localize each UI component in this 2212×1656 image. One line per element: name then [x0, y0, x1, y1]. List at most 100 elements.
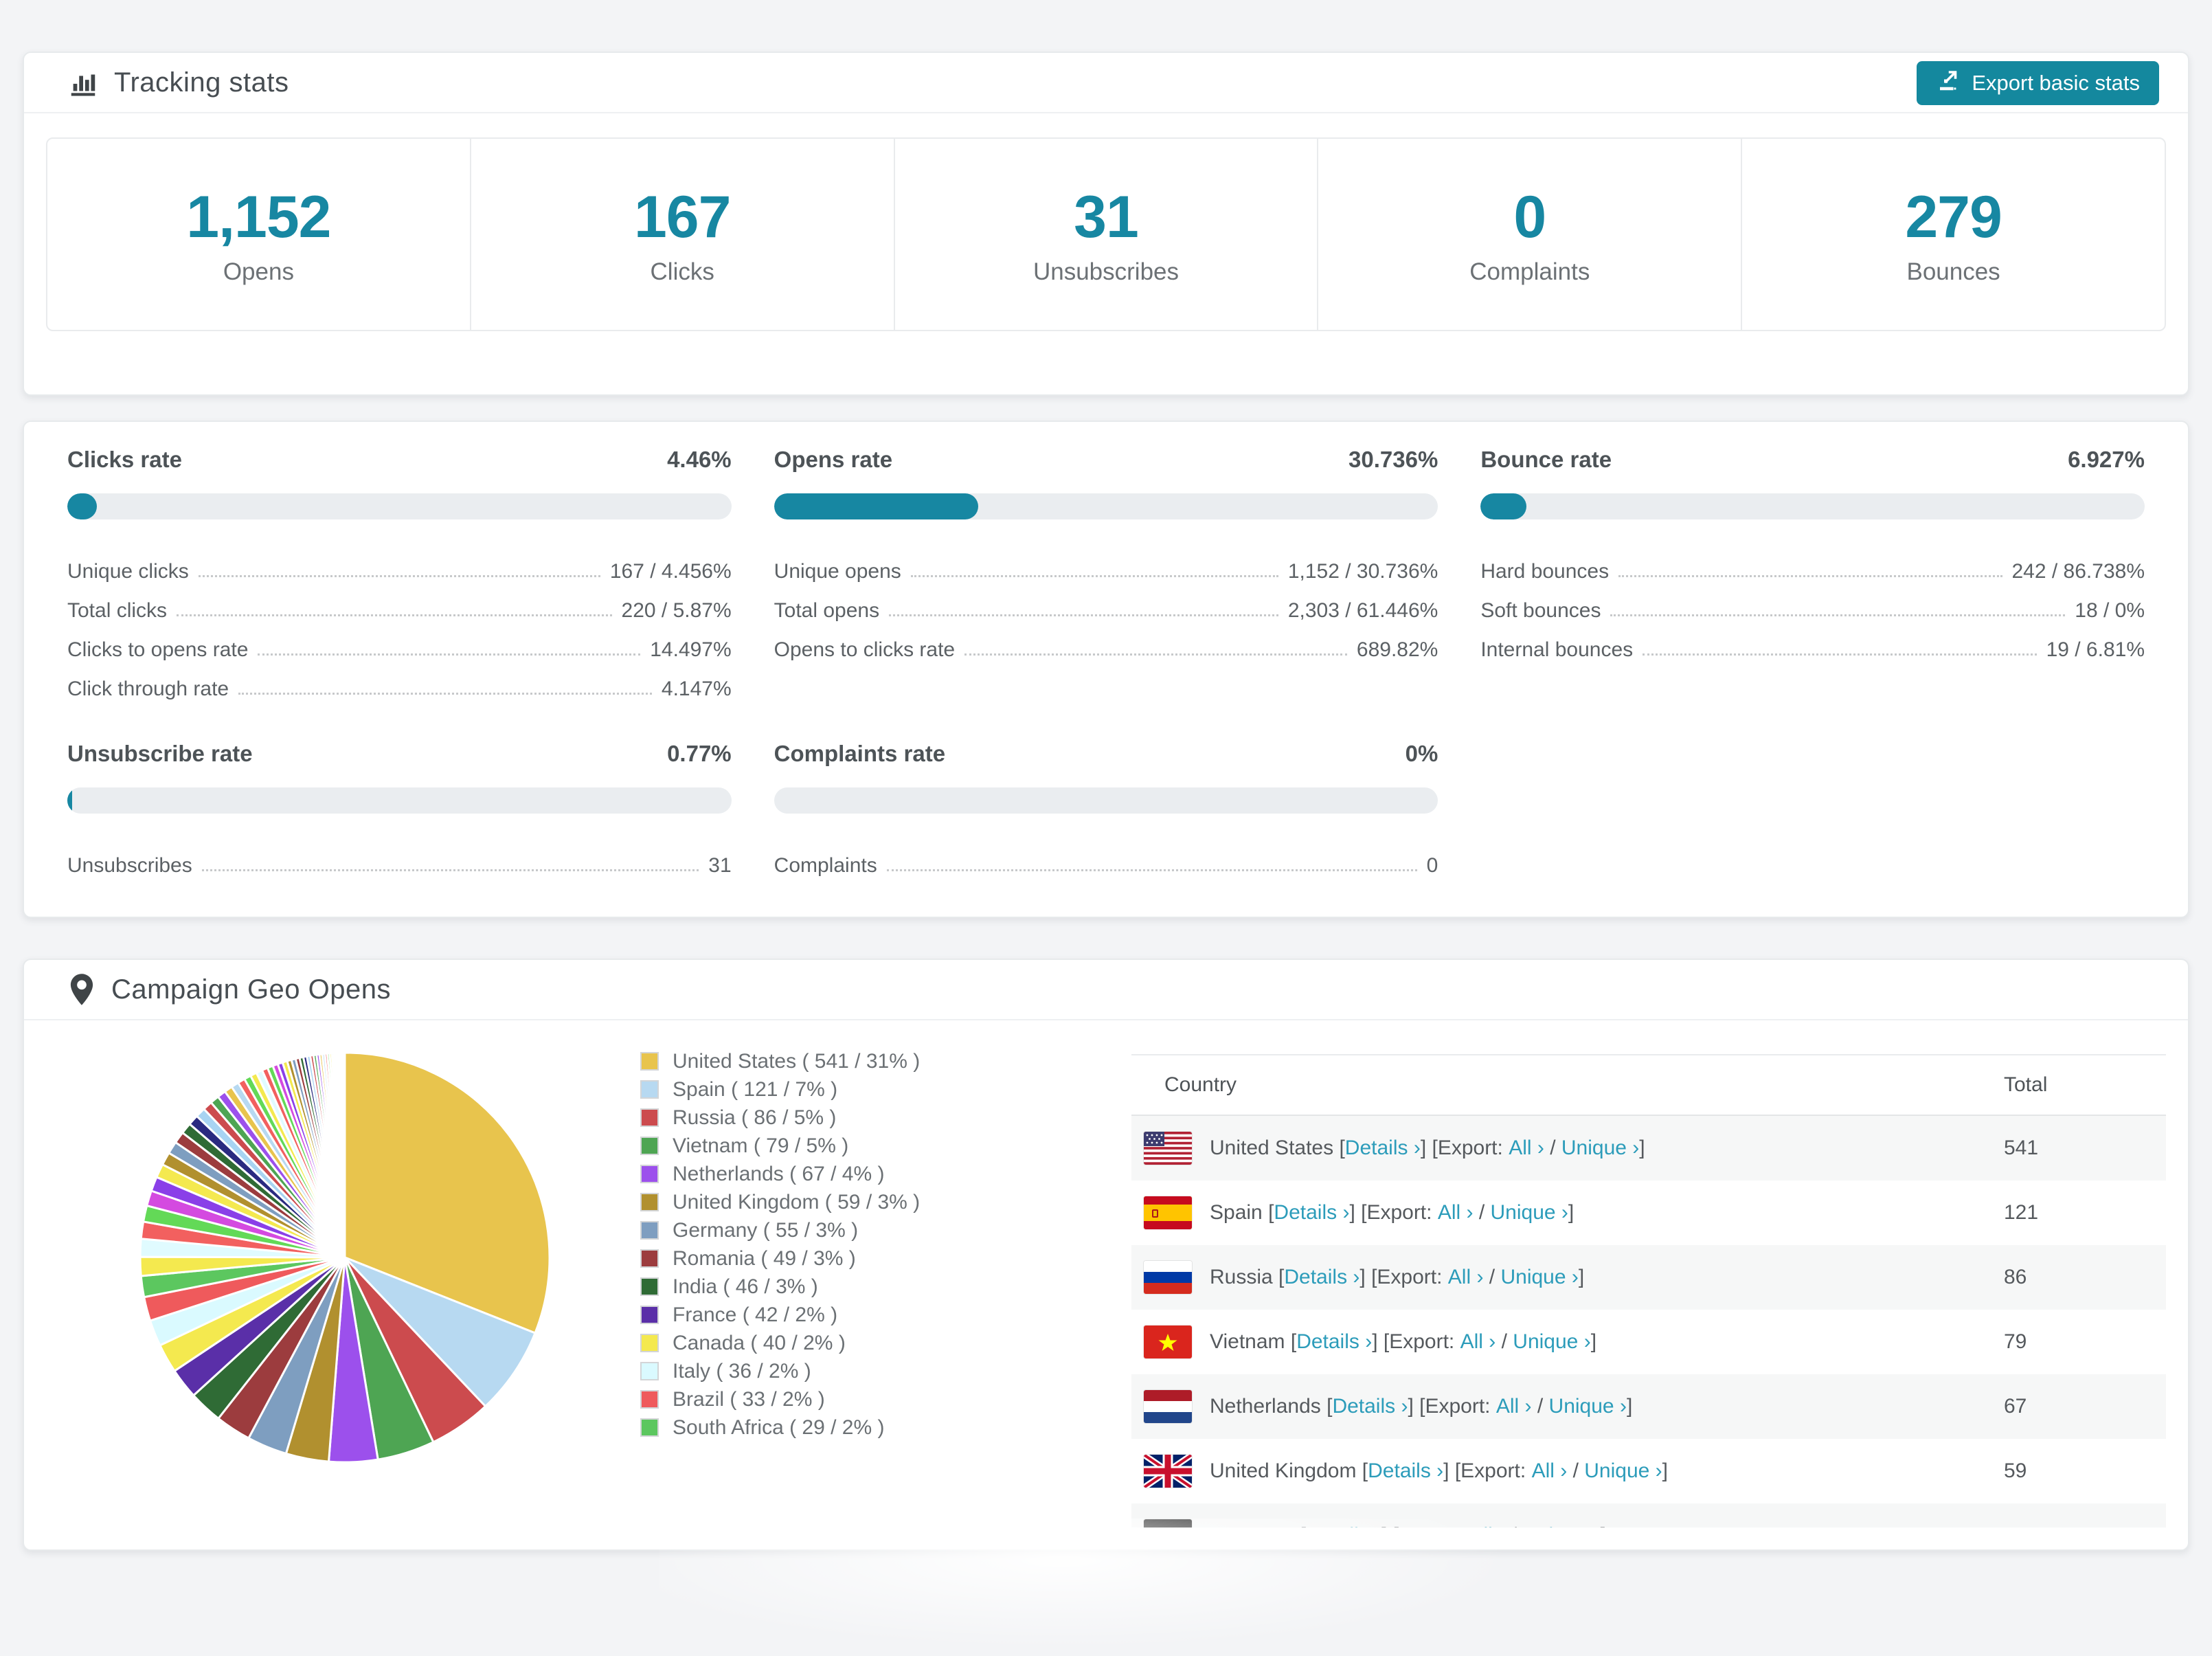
country-total: 541 — [2004, 1137, 2039, 1159]
campaign-geo-opens-title: Campaign Geo Opens — [67, 972, 391, 1007]
tracking-stats-header: Tracking stats — [24, 53, 2188, 113]
legend-item-russia: Russia ( 86 / 5% ) — [640, 1104, 920, 1132]
export-unique-link[interactable]: Unique › — [1549, 1395, 1627, 1418]
export-unique-link[interactable]: Unique › — [1513, 1330, 1590, 1354]
stat-label: Unsubscribes — [1032, 258, 1180, 285]
rate-value: 6.927% — [2068, 447, 2145, 472]
tracking-stats-panel: Tracking stats Export basic stats 1,152 … — [23, 52, 2189, 396]
dotted-leader — [258, 653, 641, 656]
rate-value: 4.46% — [667, 447, 732, 472]
legend-label: France ( 42 / 2% ) — [673, 1303, 838, 1326]
rate-stat-label: Total clicks — [67, 599, 168, 622]
geo-opens-legend: United States ( 541 / 31% ) Spain ( 121 … — [640, 1047, 920, 1442]
rate-stat-row: Unique opens 1,152 / 30.736% — [774, 544, 1438, 583]
details-link[interactable]: Details › — [1296, 1330, 1372, 1354]
export-unique-link[interactable]: Unique › — [1491, 1201, 1568, 1224]
details-link[interactable]: Details › — [1284, 1266, 1359, 1289]
rate-stat-label: Opens to clicks rate — [774, 638, 956, 661]
stat-box-complaints: 0 Complaints — [1317, 139, 1741, 330]
geo-table-row-gb: United Kingdom [Details ›] [Export: All … — [1131, 1439, 2166, 1503]
legend-item-romania: Romania ( 49 / 3% ) — [640, 1244, 920, 1273]
legend-swatch — [640, 1390, 659, 1409]
export-all-link[interactable]: All › — [1469, 1524, 1505, 1528]
rate-block-opens-rate: Opens rate 30.736% Unique opens 1,152 / … — [774, 447, 1438, 662]
legend-swatch — [640, 1249, 659, 1268]
export-all-link[interactable]: All › — [1532, 1459, 1568, 1483]
rate-stat-value: 14.497% — [650, 638, 732, 661]
rate-title: Opens rate — [774, 447, 893, 472]
country-name: Germany — [1210, 1524, 1294, 1528]
rate-stat-row: Soft bounces 18 / 0% — [1480, 583, 2145, 623]
rate-value: 30.736% — [1348, 447, 1438, 472]
geo-table-row-us: United States [Details ›] [Export: All ›… — [1131, 1115, 2166, 1181]
rate-head: Unsubscribe rate 0.77% — [67, 741, 732, 767]
rate-stat-row: Click through rate 4.147% — [67, 662, 732, 701]
rate-progress-fill — [1480, 493, 1527, 519]
stat-value: 0 — [1513, 183, 1546, 250]
rate-head: Clicks rate 4.46% — [67, 447, 732, 473]
country-cell: Netherlands [Details ›] [Export: All › /… — [1131, 1390, 2004, 1423]
country-name: Vietnam — [1210, 1330, 1285, 1353]
rate-stat-row: Hard bounces 242 / 86.738% — [1480, 544, 2145, 583]
geo-table-row-nl: Netherlands [Details ›] [Export: All › /… — [1131, 1374, 2166, 1439]
dotted-leader — [177, 614, 612, 616]
legend-label: Russia ( 86 / 5% ) — [673, 1106, 837, 1129]
details-link[interactable]: Details › — [1332, 1395, 1408, 1418]
rate-progress-track — [774, 493, 1438, 519]
rate-stat-row: Opens to clicks rate 689.82% — [774, 623, 1438, 662]
geo-opens-table: Country Total United States [Details ›] … — [1131, 1054, 2166, 1528]
legend-label: South Africa ( 29 / 2% ) — [673, 1416, 885, 1439]
legend-item-united-kingdom: United Kingdom ( 59 / 3% ) — [640, 1188, 920, 1216]
details-link[interactable]: Details › — [1368, 1459, 1443, 1483]
legend-label: India ( 46 / 3% ) — [673, 1275, 818, 1298]
export-basic-stats-button[interactable]: Export basic stats — [1917, 61, 2159, 105]
details-link[interactable]: Details › — [1306, 1524, 1381, 1528]
campaign-geo-opens-title-text: Campaign Geo Opens — [111, 974, 392, 1005]
stat-label: Complaints — [1469, 258, 1590, 285]
rate-stat-row: Total clicks 220 / 5.87% — [67, 583, 732, 623]
export-all-link[interactable]: All › — [1460, 1330, 1496, 1354]
country-cell: United States [Details ›] [Export: All ›… — [1131, 1132, 2004, 1165]
country-cell: Vietnam [Details ›] [Export: All › / Uni… — [1131, 1325, 2004, 1358]
rate-value: 0% — [1405, 741, 1438, 766]
rate-stat-label: Hard bounces — [1480, 560, 1610, 583]
export-all-link[interactable]: All › — [1438, 1201, 1474, 1224]
rate-stat-label: Complaints — [774, 854, 877, 877]
rate-stat-row: Unique clicks 167 / 4.456% — [67, 544, 732, 583]
rate-title: Bounce rate — [1480, 447, 1612, 472]
country-cell: United Kingdom [Details ›] [Export: All … — [1131, 1455, 2004, 1488]
legend-label: Brazil ( 33 / 2% ) — [673, 1387, 825, 1411]
tracking-stats-title-text: Tracking stats — [114, 67, 289, 98]
geo-table-header-total: Total — [2004, 1054, 2166, 1116]
export-all-link[interactable]: All › — [1509, 1137, 1544, 1160]
country-total — [2004, 1503, 2166, 1528]
rate-stat-label: Unsubscribes — [67, 854, 192, 877]
rate-stat-label: Click through rate — [67, 678, 229, 700]
legend-item-south-africa: South Africa ( 29 / 2% ) — [640, 1413, 920, 1442]
export-all-link[interactable]: All › — [1496, 1395, 1532, 1418]
flag-icon-us — [1144, 1132, 1192, 1165]
legend-swatch — [640, 1221, 659, 1240]
details-link[interactable]: Details › — [1274, 1201, 1349, 1224]
legend-item-india: India ( 46 / 3% ) — [640, 1273, 920, 1301]
geo-opens-table-wrap: Country Total United States [Details ›] … — [1131, 1054, 2166, 1528]
rate-block-unsubscribe-rate: Unsubscribe rate 0.77% Unsubscribes 31 — [67, 741, 732, 877]
export-basic-stats-label: Export basic stats — [1972, 71, 2140, 95]
country-cell: Russia [Details ›] [Export: All › / Uniq… — [1131, 1261, 2004, 1294]
export-unique-link[interactable]: Unique › — [1584, 1459, 1662, 1483]
export-all-link[interactable]: All › — [1448, 1266, 1484, 1289]
legend-swatch — [640, 1306, 659, 1324]
rate-stat-label: Unique opens — [774, 560, 901, 583]
dotted-leader — [1643, 653, 2037, 656]
legend-label: Romania ( 49 / 3% ) — [673, 1246, 856, 1270]
legend-swatch — [640, 1277, 659, 1296]
rate-stat-row: Total opens 2,303 / 61.446% — [774, 583, 1438, 623]
geo-opens-pie-chart — [139, 1051, 551, 1464]
export-unique-link[interactable]: Unique › — [1561, 1137, 1639, 1160]
rate-title: Clicks rate — [67, 447, 182, 472]
rate-stat-value: 167 / 4.456% — [609, 560, 732, 583]
legend-swatch — [640, 1108, 659, 1127]
details-link[interactable]: Details › — [1345, 1137, 1421, 1160]
export-unique-link[interactable]: Unique › — [1522, 1524, 1600, 1528]
export-unique-link[interactable]: Unique › — [1500, 1266, 1578, 1289]
